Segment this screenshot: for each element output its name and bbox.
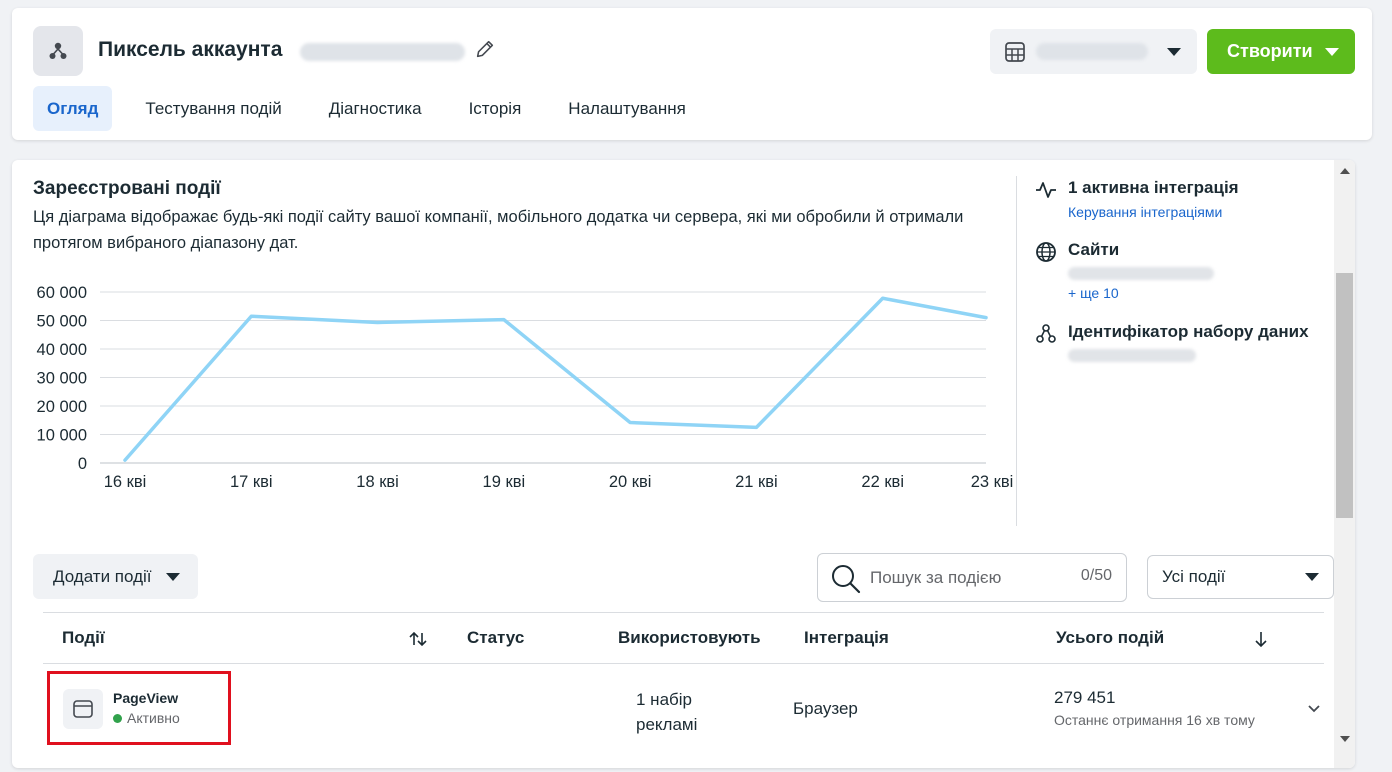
- chart-title: Зареєстровані події: [33, 178, 221, 199]
- event-status: Активно: [113, 710, 180, 726]
- y-tick-label: 20 000: [37, 398, 87, 416]
- pencil-icon[interactable]: [474, 38, 496, 60]
- chart-description: Ця діаграма відображає будь-які події са…: [33, 208, 964, 252]
- add-events-label: Додати події: [53, 566, 152, 586]
- dataset-id-title: Ідентифікатор набору даних: [1068, 322, 1309, 341]
- x-tick-label: 19 кві: [483, 473, 526, 491]
- col-status[interactable]: Статус: [467, 628, 524, 648]
- sort-icon[interactable]: [408, 630, 428, 648]
- scrollbar[interactable]: [1334, 160, 1355, 768]
- x-tick-label: 23 кві: [971, 473, 1014, 491]
- event-total: 279 451: [1054, 688, 1116, 707]
- site-url-redacted: [1068, 267, 1214, 280]
- page-title: Пиксель аккаунта: [98, 38, 283, 61]
- dataset-select[interactable]: [990, 29, 1197, 74]
- more-sites-link[interactable]: + ще 10: [1068, 285, 1119, 301]
- caret-down-icon: [1167, 48, 1181, 56]
- pixel-icon: [33, 26, 83, 76]
- caret-down-icon: [166, 573, 180, 581]
- x-tick-label: 21 кві: [735, 473, 778, 491]
- scroll-thumb[interactable]: [1336, 273, 1353, 518]
- x-tick-label: 22 кві: [861, 473, 904, 491]
- account-name-redacted: [300, 43, 465, 61]
- sites-title: Сайти: [1068, 240, 1120, 259]
- event-last-received: Останнє отримання 16 хв тому: [1054, 712, 1255, 728]
- x-tick-label: 16 кві: [104, 473, 147, 491]
- create-button[interactable]: Створити: [1207, 29, 1355, 74]
- table-divider: [43, 612, 1324, 613]
- scroll-up-arrow[interactable]: [1340, 168, 1350, 174]
- manage-integrations-link[interactable]: Керування інтеграціями: [1068, 204, 1222, 220]
- dataset-id-redacted: [1068, 349, 1196, 362]
- table-icon: [1005, 42, 1025, 62]
- tab-test-events[interactable]: Тестування подій: [131, 86, 295, 131]
- activity-icon: [1036, 182, 1056, 198]
- y-tick-label: 50 000: [37, 313, 87, 331]
- browser-window-icon: [63, 689, 103, 729]
- sort-down-icon[interactable]: [1253, 630, 1269, 648]
- dataset-icon: [1036, 324, 1056, 343]
- col-events[interactable]: Події: [62, 628, 105, 648]
- tab-overview[interactable]: Огляд: [33, 86, 113, 131]
- integration-title: 1 активна інтеграція: [1068, 178, 1239, 197]
- globe-icon: [1036, 242, 1056, 262]
- col-used-by[interactable]: Використовують: [618, 628, 761, 648]
- search-counter: 0/50: [1080, 567, 1112, 584]
- tab-bar: Огляд Тестування подій Діагностика Істор…: [33, 86, 719, 131]
- tab-diagnostics[interactable]: Діагностика: [315, 86, 436, 131]
- event-filter-label: Усі події: [1162, 567, 1226, 586]
- col-total-events[interactable]: Усього подій: [1056, 628, 1164, 648]
- table-divider: [43, 663, 1324, 664]
- y-tick-label: 60 000: [37, 284, 87, 302]
- tab-settings[interactable]: Налаштування: [554, 86, 700, 131]
- events-line-chart: 0 10 000 20 000 30 000 40 000 50 000 60 000 16 …: [37, 284, 1014, 491]
- main-card: Зареєстровані події Ця діаграма відображ…: [12, 160, 1355, 768]
- event-integration: Браузер: [793, 699, 858, 718]
- header-card: Пиксель аккаунта Створити Огляд Тестуван…: [12, 8, 1372, 140]
- event-status-label: Активно: [127, 710, 180, 726]
- y-tick-label: 10 000: [37, 427, 87, 445]
- event-used-by: 1 набір рекламі: [636, 690, 698, 734]
- event-name[interactable]: PageView: [113, 690, 178, 706]
- chevron-down-icon[interactable]: [1306, 700, 1322, 716]
- y-tick-label: 30 000: [37, 370, 87, 388]
- col-integration[interactable]: Інтеграція: [804, 628, 889, 648]
- search-icon: [832, 565, 861, 594]
- event-filter-select[interactable]: Усі події: [1147, 555, 1334, 599]
- x-tick-label: 20 кві: [609, 473, 652, 491]
- y-tick-label: 40 000: [37, 341, 87, 359]
- side-divider: [1016, 176, 1017, 526]
- add-events-button[interactable]: Додати події: [33, 554, 198, 599]
- x-tick-label: 18 кві: [356, 473, 399, 491]
- dataset-redacted: [1036, 43, 1148, 60]
- event-search[interactable]: 0/50: [817, 553, 1127, 602]
- create-label: Створити: [1227, 41, 1313, 61]
- tab-history[interactable]: Історія: [455, 86, 536, 131]
- caret-down-icon: [1325, 48, 1339, 56]
- x-tick-label: 17 кві: [230, 473, 273, 491]
- caret-down-icon: [1305, 573, 1319, 581]
- y-tick-label: 0: [78, 455, 87, 473]
- active-status-dot: [113, 713, 122, 723]
- search-input[interactable]: [870, 566, 1060, 590]
- scroll-down-arrow[interactable]: [1340, 736, 1350, 742]
- series-line: [123, 296, 988, 462]
